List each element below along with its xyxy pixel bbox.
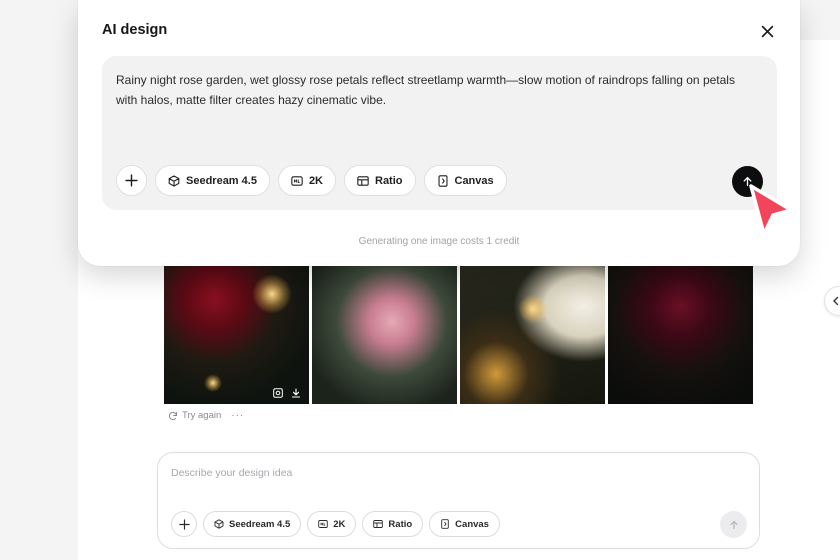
- ai-design-modal: AI design Rainy night rose garden, wet g…: [78, 0, 800, 266]
- modal-title: AI design: [102, 22, 168, 38]
- cube-icon: [214, 519, 224, 529]
- try-again-label: Try again: [182, 410, 222, 421]
- prompt-box: Rainy night rose garden, wet glossy rose…: [102, 56, 777, 210]
- plus-icon: [178, 518, 190, 530]
- canvas-selector[interactable]: Canvas: [423, 165, 507, 196]
- ratio-selector[interactable]: Ratio: [344, 165, 416, 196]
- canvas-icon: [438, 174, 447, 187]
- resolution-selector[interactable]: 2K: [277, 165, 336, 196]
- add-attachment-button[interactable]: [116, 165, 147, 196]
- canvas-selector[interactable]: Canvas: [429, 511, 500, 537]
- prompt-composer: Describe your design idea Seedream 4.5 2…: [157, 452, 760, 549]
- canvas-icon: [441, 519, 449, 529]
- resolution-icon: [291, 175, 303, 186]
- prompt-input[interactable]: Rainy night rose garden, wet glossy rose…: [116, 70, 756, 110]
- ratio-icon: [357, 175, 369, 186]
- image-search-icon[interactable]: [273, 388, 283, 398]
- result-images: [164, 254, 753, 404]
- ratio-icon: [373, 520, 384, 528]
- refresh-icon: [168, 411, 177, 420]
- result-image-2[interactable]: [312, 254, 457, 404]
- design-idea-input[interactable]: Describe your design idea: [171, 467, 292, 479]
- result-image-4[interactable]: [608, 254, 753, 404]
- plus-icon: [125, 174, 138, 187]
- chevron-left-icon: [833, 296, 839, 306]
- cube-icon: [168, 174, 180, 187]
- model-selector[interactable]: Seedream 4.5: [203, 511, 302, 537]
- close-icon: [761, 25, 773, 37]
- download-icon[interactable]: [291, 388, 301, 398]
- result-actions: Try again ···: [168, 410, 244, 421]
- cursor-pointer-icon: [749, 184, 793, 236]
- close-button[interactable]: [758, 22, 776, 40]
- add-attachment-button[interactable]: [171, 511, 197, 537]
- try-again-button[interactable]: Try again: [168, 410, 221, 421]
- result-image-3[interactable]: [460, 254, 605, 404]
- ratio-selector[interactable]: Ratio: [362, 511, 424, 537]
- result-image-1[interactable]: [164, 254, 309, 404]
- credit-cost-note: Generating one image costs 1 credit: [358, 236, 520, 247]
- send-button-disabled[interactable]: [720, 511, 747, 538]
- arrow-up-icon: [729, 520, 738, 529]
- resolution-selector[interactable]: 2K: [307, 511, 357, 537]
- resolution-icon: [318, 520, 329, 528]
- model-selector[interactable]: Seedream 4.5: [155, 165, 270, 196]
- more-options-button[interactable]: ···: [231, 410, 244, 421]
